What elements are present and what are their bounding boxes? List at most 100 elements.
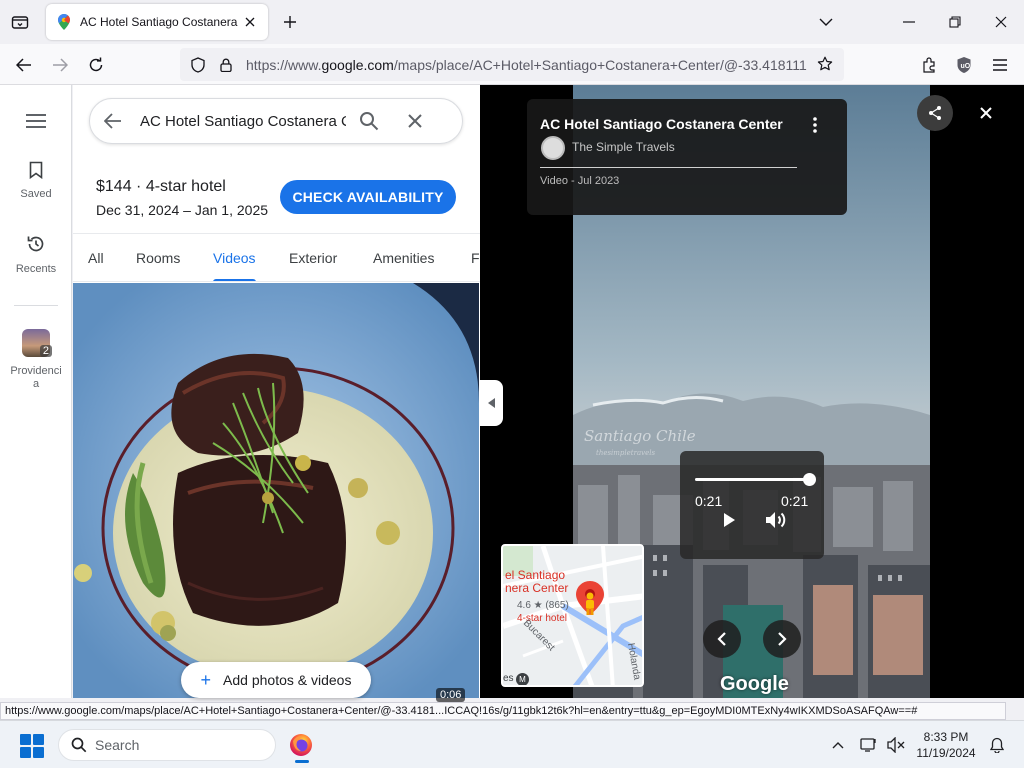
- volume-muted-icon[interactable]: [884, 733, 908, 757]
- share-icon[interactable]: [917, 95, 953, 131]
- tab-videos[interactable]: Videos: [213, 234, 256, 281]
- svg-text:uO: uO: [961, 63, 971, 70]
- more-options-icon[interactable]: [805, 114, 825, 136]
- video-viewer: Santiago Chile thesimpletravels AC Hotel…: [480, 85, 1024, 698]
- close-window-icon[interactable]: [989, 10, 1013, 34]
- bookmark-icon: [29, 161, 43, 182]
- place-count: 2: [39, 345, 52, 357]
- video-author[interactable]: The Simple Travels: [572, 140, 675, 154]
- search-box: AC Hotel Santiago Costanera C: [89, 98, 463, 144]
- clock-date: 11/19/2024: [916, 746, 976, 760]
- search-input[interactable]: AC Hotel Santiago Costanera C: [140, 113, 346, 130]
- hamburger-menu-icon[interactable]: [987, 52, 1013, 78]
- rail-saved[interactable]: Saved: [0, 161, 72, 200]
- place-thumbnail: 2: [22, 329, 52, 357]
- tab-list-icon[interactable]: [8, 10, 32, 34]
- back-arrow-icon[interactable]: [90, 99, 136, 143]
- rail-recents-label: Recents: [15, 263, 57, 275]
- extensions-icon[interactable]: [916, 52, 942, 78]
- forward-arrow-icon[interactable]: [47, 52, 73, 78]
- windows-start-icon[interactable]: [20, 734, 44, 758]
- video-title: AC Hotel Santiago Costanera Center: [540, 116, 783, 132]
- tab-exterior[interactable]: Exterior: [289, 234, 337, 281]
- photo-category-tabs: All Rooms Videos Exterior Amenities F: [73, 233, 480, 282]
- progress-handle[interactable]: [803, 473, 816, 486]
- address-bar[interactable]: https://www.google.com/maps/place/AC+Hot…: [180, 48, 844, 81]
- bookmark-star-icon[interactable]: [812, 51, 838, 77]
- tab-more[interactable]: F: [471, 234, 480, 281]
- progress-track[interactable]: [695, 478, 809, 481]
- back-arrow-icon[interactable]: [11, 52, 37, 78]
- url-text[interactable]: https://www.google.com/maps/place/AC+Hot…: [246, 57, 812, 73]
- price-summary: $144 · 4-star hotel: [96, 178, 226, 195]
- browser-tab[interactable]: AC Hotel Santiago Costanera C: [46, 4, 268, 40]
- stay-dates[interactable]: Dec 31, 2024 – Jan 1, 2025: [96, 202, 268, 218]
- rail-place-label: Providencia: [10, 365, 62, 390]
- notification-bell-icon[interactable]: [985, 733, 1009, 757]
- chevron-down-icon[interactable]: [814, 10, 838, 34]
- collapse-panel-button[interactable]: [480, 380, 503, 426]
- author-avatar[interactable]: [541, 136, 565, 160]
- add-photos-label: Add photos & videos: [223, 672, 352, 688]
- video-thumbnail-food[interactable]: [73, 283, 479, 698]
- location-minimap[interactable]: el Santiago nera Center 4.6 ★ (865) 4-sta…: [501, 544, 644, 687]
- volume-icon[interactable]: [764, 508, 788, 532]
- add-photos-button[interactable]: + Add photos & videos: [181, 662, 371, 698]
- maps-side-rail: Saved Recents 2 Providencia: [0, 85, 72, 698]
- maps-pin-icon: [56, 14, 72, 30]
- clear-search-icon[interactable]: [392, 99, 438, 143]
- play-icon[interactable]: [719, 510, 739, 530]
- pegman-icon: [586, 592, 594, 615]
- rail-recent-place[interactable]: 2 Providencia: [0, 329, 72, 391]
- taskbar-search-placeholder: Search: [95, 737, 140, 753]
- url-domain: google.com: [321, 56, 394, 73]
- history-icon: [26, 234, 46, 257]
- current-time: 0:21: [695, 493, 723, 509]
- map-hotel-name-line1: el Santiago: [505, 568, 566, 582]
- system-clock[interactable]: 8:33 PM 11/19/2024: [915, 729, 977, 761]
- url-path: /maps/place/AC+Hotel+Santiago+Costanera+…: [393, 56, 807, 73]
- tab-title: AC Hotel Santiago Costanera C: [80, 15, 238, 29]
- new-tab-icon[interactable]: [279, 11, 301, 33]
- close-viewer-icon[interactable]: [974, 101, 998, 125]
- video-watermark: Santiago Chile: [584, 427, 696, 445]
- chevron-left-icon: [717, 632, 726, 646]
- tab-strip: AC Hotel Santiago Costanera C: [0, 0, 1024, 44]
- navigation-toolbar: https://www.google.com/maps/place/AC+Hot…: [0, 44, 1024, 85]
- chevron-up-icon[interactable]: [826, 733, 850, 757]
- plus-icon: +: [200, 669, 212, 690]
- map-rating: 4.6 ★ (865): [517, 600, 569, 611]
- check-availability-button[interactable]: CHECK AVAILABILITY: [280, 180, 456, 214]
- restore-icon[interactable]: [943, 10, 967, 34]
- firefox-icon[interactable]: [284, 727, 318, 763]
- rail-saved-label: Saved: [20, 188, 52, 200]
- search-icon: [63, 737, 95, 753]
- minimize-icon[interactable]: [897, 10, 921, 34]
- reload-icon[interactable]: [83, 52, 109, 78]
- link-status-bar: https://www.google.com/maps/place/AC+Hot…: [0, 702, 1006, 720]
- previous-media-button[interactable]: [703, 620, 741, 658]
- taskbar-search[interactable]: Search: [58, 729, 276, 761]
- clock-time: 8:33 PM: [923, 730, 969, 744]
- map-hotel-name-line2: nera Center: [505, 581, 569, 595]
- next-media-button[interactable]: [763, 620, 801, 658]
- video-controls: 0:21 0:21: [680, 451, 824, 559]
- tab-rooms[interactable]: Rooms: [136, 234, 180, 281]
- windows-taskbar: Search 8:33 PM 11/19/2024: [0, 720, 1024, 768]
- video-watermark-sub: thesimpletravels: [596, 449, 656, 457]
- search-icon[interactable]: [346, 99, 392, 143]
- shield-icon[interactable]: [184, 51, 212, 79]
- tab-all[interactable]: All: [88, 234, 104, 281]
- lock-icon[interactable]: [212, 51, 240, 79]
- duration-badge: 0:06: [436, 688, 466, 702]
- rail-recents[interactable]: Recents: [0, 234, 72, 275]
- info-divider: [540, 167, 797, 168]
- close-tab-icon[interactable]: [242, 14, 258, 30]
- network-icon[interactable]: [857, 733, 881, 757]
- chevron-right-icon: [778, 632, 787, 646]
- maps-menu-icon[interactable]: [22, 109, 50, 133]
- google-logo: Google: [720, 673, 789, 695]
- ublock-shield-icon[interactable]: uO: [951, 52, 977, 78]
- caret-left-icon: [487, 398, 495, 408]
- tab-amenities[interactable]: Amenities: [373, 234, 434, 281]
